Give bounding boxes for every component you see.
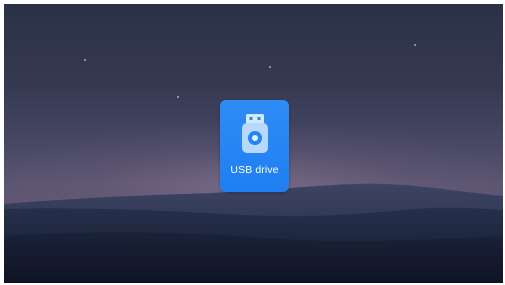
usb-drive-label: USB drive xyxy=(230,164,279,176)
desktop[interactable]: USB drive xyxy=(4,4,503,283)
usb-drive-icon xyxy=(241,114,268,153)
desktop-icon-usb-drive[interactable]: USB drive xyxy=(220,100,289,192)
